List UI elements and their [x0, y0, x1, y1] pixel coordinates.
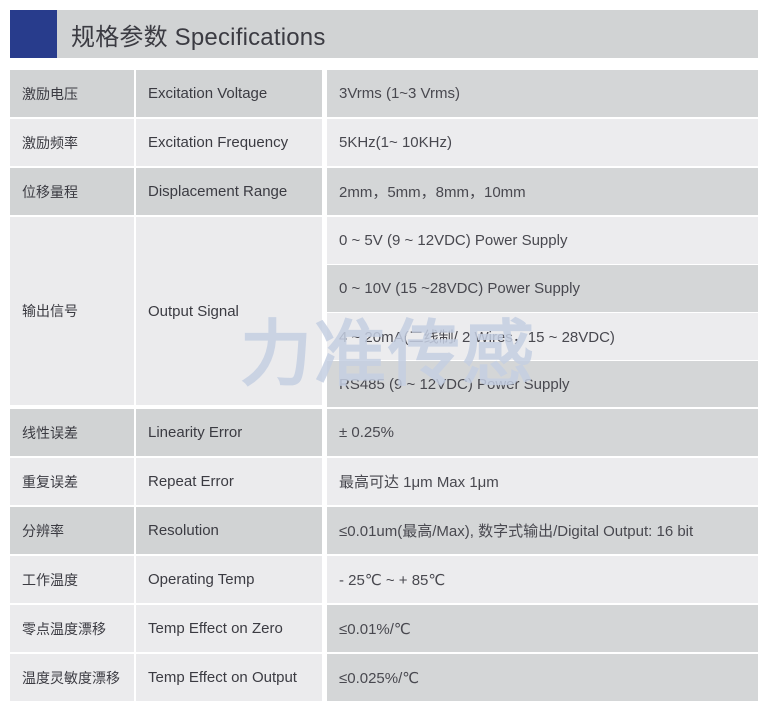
row-label-zh: 线性误差: [10, 409, 134, 456]
row-value: 4 ~ 20mA(二线制/ 2 Wires，15 ~ 28VDC): [327, 313, 758, 360]
row-label-zh: 温度灵敏度漂移: [10, 654, 134, 701]
row-label-en: Excitation Voltage: [136, 70, 322, 117]
table-row: 位移量程 Displacement Range 2mm，5mm，8mm，10mm: [10, 168, 758, 215]
table-row: 分辨率 Resolution ≤0.01um(最高/Max), 数字式输出/Di…: [10, 507, 758, 554]
specifications-table: 激励电压 Excitation Voltage 3Vrms (1~3 Vrms)…: [10, 70, 758, 703]
table-row: 激励电压 Excitation Voltage 3Vrms (1~3 Vrms): [10, 70, 758, 117]
row-label-en: Repeat Error: [136, 458, 322, 505]
row-value: ≤0.025%/℃: [327, 654, 758, 701]
row-value-stack: 0 ~ 5V (9 ~ 12VDC) Power Supply 0 ~ 10V …: [327, 217, 758, 407]
row-label-zh: 分辨率: [10, 507, 134, 554]
row-value: 0 ~ 5V (9 ~ 12VDC) Power Supply: [327, 217, 758, 264]
row-value: - 25℃ ~ + 85℃: [327, 556, 758, 603]
row-label-en: Linearity Error: [136, 409, 322, 456]
table-row: 温度灵敏度漂移 Temp Effect on Output ≤0.025%/℃: [10, 654, 758, 701]
row-value: 3Vrms (1~3 Vrms): [327, 70, 758, 117]
page-header: 规格参数 Specifications: [10, 10, 758, 58]
row-label-zh: 工作温度: [10, 556, 134, 603]
row-label-en: Temp Effect on Output: [136, 654, 322, 701]
table-row: 激励频率 Excitation Frequency 5KHz(1~ 10KHz): [10, 119, 758, 166]
row-label-en: Excitation Frequency: [136, 119, 322, 166]
table-row: 重复误差 Repeat Error 最高可达 1μm Max 1μm: [10, 458, 758, 505]
table-row: 工作温度 Operating Temp - 25℃ ~ + 85℃: [10, 556, 758, 603]
row-value: ± 0.25%: [327, 409, 758, 456]
row-label-zh: 激励电压: [10, 70, 134, 117]
row-value: RS485 (9 ~ 12VDC) Power Supply: [327, 361, 758, 407]
table-row: 零点温度漂移 Temp Effect on Zero ≤0.01%/℃: [10, 605, 758, 652]
row-value: ≤0.01%/℃: [327, 605, 758, 652]
row-label-zh: 激励频率: [10, 119, 134, 166]
row-label-en: Operating Temp: [136, 556, 322, 603]
table-row: 线性误差 Linearity Error ± 0.25%: [10, 409, 758, 456]
row-label-zh: 重复误差: [10, 458, 134, 505]
header-accent-block: [10, 10, 57, 58]
row-value: ≤0.01um(最高/Max), 数字式输出/Digital Output: 1…: [327, 507, 758, 554]
row-label-zh: 位移量程: [10, 168, 134, 215]
row-label-en: Temp Effect on Zero: [136, 605, 322, 652]
row-label-en: Resolution: [136, 507, 322, 554]
table-row-output-signal: 输出信号 Output Signal 0 ~ 5V (9 ~ 12VDC) Po…: [10, 217, 758, 407]
row-label-zh: 零点温度漂移: [10, 605, 134, 652]
page-title: 规格参数 Specifications: [71, 23, 326, 51]
row-value: 2mm，5mm，8mm，10mm: [327, 168, 758, 215]
row-value: 最高可达 1μm Max 1μm: [327, 458, 758, 505]
row-label-zh: 输出信号: [10, 217, 134, 405]
row-label-en: Displacement Range: [136, 168, 322, 215]
row-value: 5KHz(1~ 10KHz): [327, 119, 758, 166]
row-label-en: Output Signal: [136, 217, 322, 405]
row-value: 0 ~ 10V (15 ~28VDC) Power Supply: [327, 265, 758, 312]
